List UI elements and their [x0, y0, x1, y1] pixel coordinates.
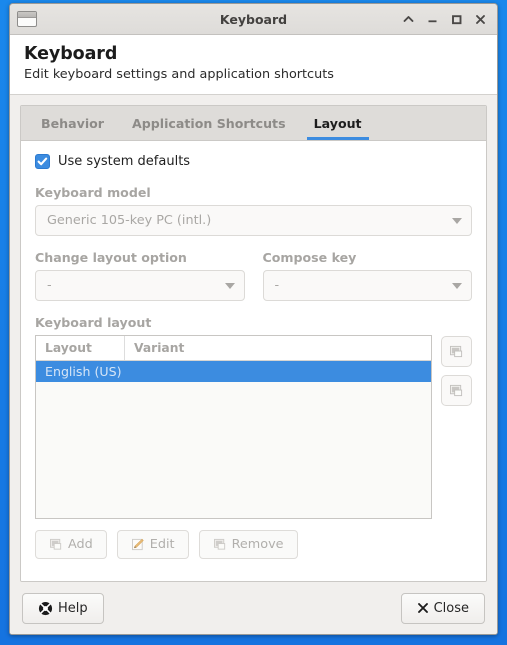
shade-button[interactable]	[402, 12, 415, 27]
pencil-icon	[131, 538, 144, 551]
column-header-variant[interactable]: Variant	[125, 336, 431, 360]
window-titlebar[interactable]: Keyboard	[10, 4, 497, 35]
desktop-background: Keyboard Keyboard Edit keyboard settings…	[0, 0, 507, 645]
document-icon	[450, 345, 463, 358]
keyboard-layout-section: Keyboard layout Layout Variant English (…	[35, 315, 472, 571]
list-side-buttons	[441, 335, 472, 519]
document-icon	[213, 538, 225, 550]
tab-bar: Behavior Application Shortcuts Layout	[21, 106, 486, 141]
tab-behavior[interactable]: Behavior	[27, 106, 118, 140]
remove-button-label: Remove	[231, 537, 284, 552]
maximize-button[interactable]	[450, 12, 463, 27]
page-title: Keyboard	[24, 44, 118, 64]
window-menu-icon[interactable]	[17, 11, 37, 27]
layout-action-buttons: Add Edit Remove	[35, 519, 472, 571]
window-controls	[402, 12, 491, 27]
window-menu-icon-bar	[18, 12, 36, 18]
keyboard-model-value: Generic 105-key PC (intl.)	[47, 213, 212, 228]
tab-behavior-label: Behavior	[41, 115, 104, 131]
use-system-defaults-label: Use system defaults	[58, 154, 191, 169]
keyboard-model-group: Keyboard model Generic 105-key PC (intl.…	[35, 185, 472, 236]
layout-options-row: Change layout option - Compose key -	[35, 250, 472, 301]
minimize-button[interactable]	[426, 12, 439, 27]
dialog-footer: Help Close	[10, 582, 497, 634]
table-row[interactable]: English (US)	[36, 361, 431, 382]
keyboard-model-label: Keyboard model	[35, 185, 151, 200]
tab-application-shortcuts[interactable]: Application Shortcuts	[118, 106, 300, 140]
dialog-header: Keyboard Edit keyboard settings and appl…	[10, 35, 497, 95]
use-system-defaults-checkbox[interactable]	[35, 154, 50, 169]
compose-key-label: Compose key	[262, 250, 357, 265]
tab-layout[interactable]: Layout	[300, 106, 376, 140]
document-icon	[50, 538, 62, 550]
change-layout-option-value: -	[47, 278, 52, 293]
close-window-button[interactable]	[474, 12, 487, 27]
settings-notebook: Behavior Application Shortcuts Layout Us…	[20, 105, 487, 582]
page-subtitle: Edit keyboard settings and application s…	[24, 67, 334, 82]
edit-button-label: Edit	[149, 537, 175, 552]
change-layout-option-label: Change layout option	[35, 250, 187, 265]
change-layout-option-group: Change layout option -	[35, 250, 245, 301]
tab-application-shortcuts-label: Application Shortcuts	[132, 115, 286, 131]
change-layout-option-combobox[interactable]: -	[35, 270, 245, 301]
move-down-button[interactable]	[441, 375, 472, 406]
close-button[interactable]: Close	[400, 592, 485, 624]
remove-button[interactable]: Remove	[198, 530, 298, 559]
use-system-defaults-row[interactable]: Use system defaults	[35, 154, 472, 169]
keyboard-layout-list-row: Layout Variant English (US)	[35, 335, 472, 519]
help-button-label: Help	[58, 600, 88, 616]
layout-tab-page: Use system defaults Keyboard model Gener…	[21, 141, 486, 581]
compose-key-group: Compose key -	[262, 250, 472, 301]
edit-button[interactable]: Edit	[116, 530, 189, 559]
list-header: Layout Variant	[36, 336, 431, 361]
close-x-icon	[417, 603, 428, 613]
keyboard-settings-window: Keyboard Keyboard Edit keyboard settings…	[9, 3, 498, 635]
keyboard-layout-listview[interactable]: Layout Variant English (US)	[35, 335, 432, 519]
column-header-layout[interactable]: Layout	[36, 336, 125, 360]
cell-layout: English (US)	[45, 364, 122, 379]
help-button[interactable]: Help	[22, 592, 104, 624]
add-button[interactable]: Add	[35, 530, 107, 559]
dialog-body: Behavior Application Shortcuts Layout Us…	[10, 95, 497, 582]
keyboard-model-combobox[interactable]: Generic 105-key PC (intl.)	[35, 205, 472, 236]
chevron-down-icon	[452, 217, 462, 224]
document-icon	[450, 384, 463, 397]
keyboard-layout-label: Keyboard layout	[35, 315, 152, 330]
add-button-label: Add	[68, 537, 93, 552]
compose-key-value: -	[274, 278, 280, 293]
compose-key-combobox[interactable]: -	[262, 270, 472, 301]
close-button-label: Close	[433, 600, 469, 616]
lifebuoy-icon	[38, 601, 53, 615]
chevron-down-icon	[452, 282, 462, 289]
move-up-button[interactable]	[441, 336, 472, 367]
tab-layout-label: Layout	[313, 115, 362, 131]
chevron-down-icon	[224, 282, 235, 289]
